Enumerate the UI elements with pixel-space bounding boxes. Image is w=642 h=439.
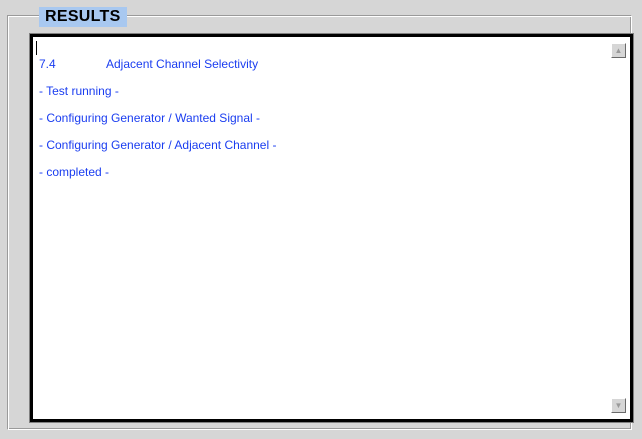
results-group-title: RESULTS — [39, 7, 127, 27]
arrow-up-icon: ▲ — [614, 45, 623, 55]
scroll-up-button[interactable]: ▲ — [611, 43, 626, 58]
text-caret — [36, 41, 37, 55]
test-name: Adjacent Channel Selectivity — [106, 57, 259, 71]
results-content: 7.4 Adjacent Channel Selectivity - Test r… — [39, 57, 600, 419]
arrow-down-icon: ▼ — [614, 400, 623, 410]
result-line: - completed - — [39, 165, 110, 179]
result-line: - Test running - — [39, 84, 119, 98]
result-line: - Configuring Generator / Wanted Signal … — [39, 111, 260, 125]
result-line: - Configuring Generator / Adjacent Chann… — [39, 138, 277, 152]
scroll-down-button[interactable]: ▼ — [611, 398, 626, 413]
test-number: 7.4 — [39, 57, 56, 71]
result-heading-line: 7.4 Adjacent Channel Selectivity — [39, 57, 600, 72]
results-textbox[interactable]: 7.4 Adjacent Channel Selectivity - Test r… — [29, 33, 634, 423]
